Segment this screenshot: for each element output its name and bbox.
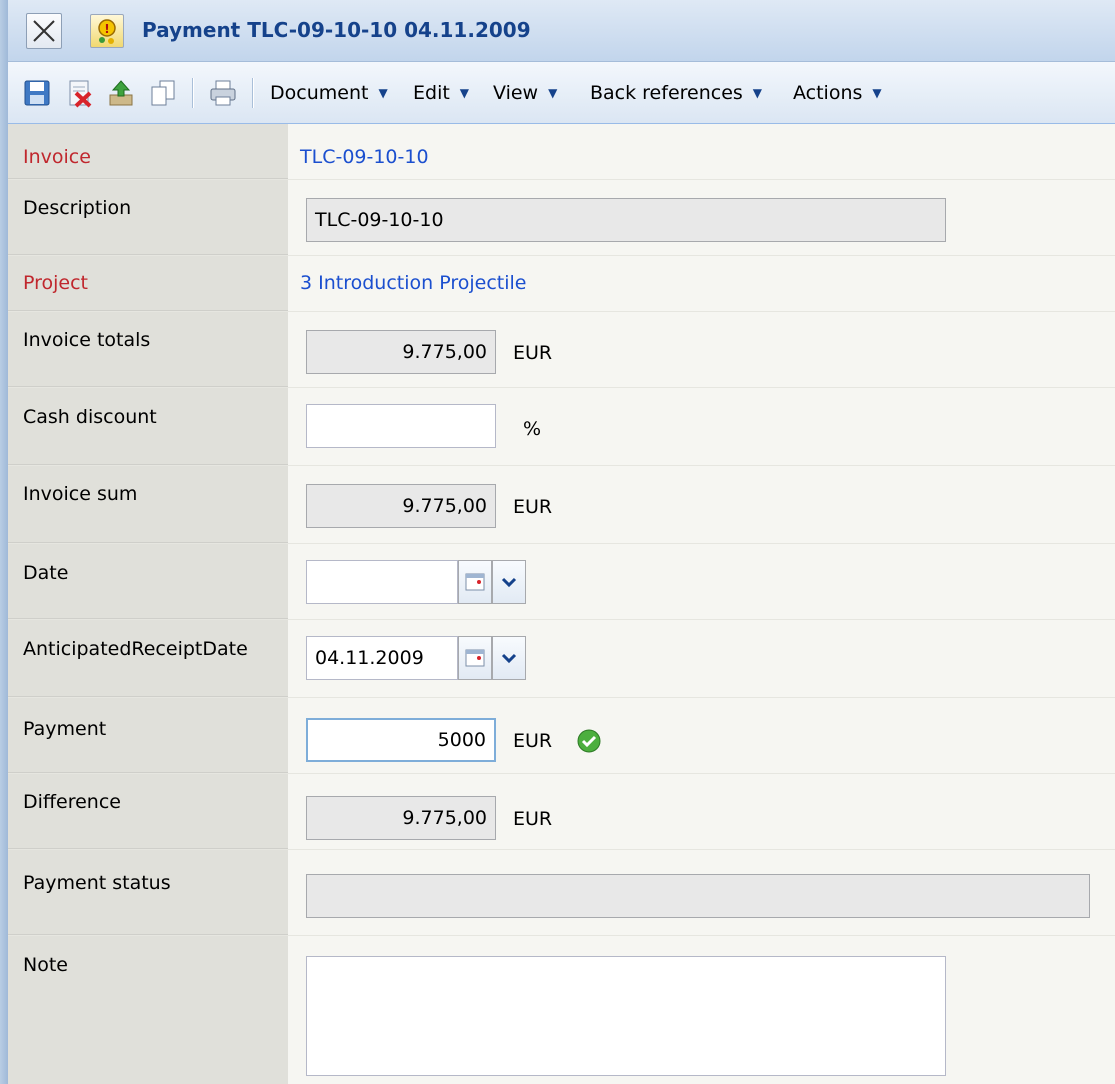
row-invoice: Invoice TLC-09-10-10	[8, 124, 1115, 180]
row-difference: Difference 9.775,00 EUR	[8, 774, 1115, 850]
upload-icon[interactable]	[106, 78, 136, 108]
invoice-totals-unit: EUR	[513, 342, 553, 364]
menu-actions-label: Actions	[793, 82, 863, 104]
close-button[interactable]	[26, 13, 62, 49]
note-textarea[interactable]	[306, 956, 946, 1076]
menu-edit-label: Edit	[413, 82, 450, 104]
save-icon[interactable]	[22, 78, 52, 108]
close-icon	[33, 20, 55, 42]
anticipated-date-dropdown-button[interactable]	[492, 636, 526, 680]
note-label: Note	[23, 954, 68, 976]
cash-discount-input[interactable]	[306, 404, 496, 448]
cash-discount-unit: %	[523, 418, 542, 440]
project-link[interactable]: 3 Introduction Projectile	[300, 272, 526, 294]
row-invoice-totals: Invoice totals 9.775,00 EUR	[8, 312, 1115, 388]
dropdown-arrow-icon: ▼	[548, 86, 558, 100]
cash-discount-label: Cash discount	[23, 406, 157, 428]
menu-actions[interactable]: Actions ▼	[793, 82, 882, 104]
invoice-label: Invoice	[23, 146, 91, 168]
invoice-sum-label: Invoice sum	[23, 483, 138, 505]
calendar-icon	[465, 573, 485, 591]
menu-document[interactable]: Document ▼	[270, 82, 388, 104]
payment-label: Payment	[23, 718, 107, 740]
toolbar-separator	[252, 78, 254, 108]
payment-unit: EUR	[513, 730, 553, 752]
payment-window: ! Payment TLC-09-10-10 04.11.2009 Docume…	[0, 0, 1115, 1084]
copy-icon[interactable]	[148, 78, 178, 108]
anticipated-receipt-date-label: AnticipatedReceiptDate	[23, 638, 248, 660]
row-anticipated-receipt-date: AnticipatedReceiptDate	[8, 620, 1115, 698]
title-bar: ! Payment TLC-09-10-10 04.11.2009	[8, 0, 1115, 62]
print-icon[interactable]	[208, 78, 238, 108]
row-cash-discount: Cash discount %	[8, 388, 1115, 466]
row-project: Project 3 Introduction Projectile	[8, 256, 1115, 312]
row-description: Description TLC-09-10-10	[8, 180, 1115, 256]
anticipated-receipt-date-input[interactable]	[306, 636, 458, 680]
payment-input[interactable]	[306, 718, 496, 762]
invoice-link[interactable]: TLC-09-10-10	[300, 146, 429, 168]
delete-icon[interactable]	[64, 78, 94, 108]
chevron-down-icon	[501, 577, 517, 588]
difference-unit: EUR	[513, 808, 553, 830]
toolbar-separator	[192, 78, 194, 108]
payment-status-label: Payment status	[23, 872, 171, 894]
window-left-border	[0, 0, 8, 1084]
invoice-sum-unit: EUR	[513, 496, 553, 518]
anticipated-date-picker-button[interactable]	[458, 636, 492, 680]
dropdown-arrow-icon: ▼	[459, 86, 470, 100]
project-label: Project	[23, 272, 89, 294]
payment-document-icon: !	[90, 14, 124, 48]
valid-check-icon	[577, 729, 601, 753]
dropdown-arrow-icon: ▼	[378, 86, 388, 100]
dropdown-arrow-icon: ▼	[752, 86, 763, 100]
menu-document-label: Document	[270, 82, 369, 104]
menu-edit[interactable]: Edit ▼	[413, 82, 469, 104]
calendar-icon	[465, 649, 485, 667]
description-label: Description	[23, 197, 132, 219]
dropdown-arrow-icon: ▼	[872, 86, 882, 100]
payment-status-field	[306, 874, 1090, 918]
window-title: Payment TLC-09-10-10 04.11.2009	[142, 18, 531, 42]
date-picker-button[interactable]	[458, 560, 492, 604]
description-field[interactable]: TLC-09-10-10	[306, 198, 946, 242]
menu-back-references-label: Back references	[590, 82, 743, 104]
chevron-down-icon	[501, 653, 517, 664]
invoice-totals-field: 9.775,00	[306, 330, 496, 374]
menu-back-references[interactable]: Back references ▼	[590, 82, 762, 104]
invoice-sum-field: 9.775,00	[306, 484, 496, 528]
svg-text:!: !	[104, 22, 109, 36]
date-input[interactable]	[306, 560, 458, 604]
row-invoice-sum: Invoice sum 9.775,00 EUR	[8, 466, 1115, 544]
row-payment: Payment EUR	[8, 698, 1115, 774]
date-dropdown-button[interactable]	[492, 560, 526, 604]
row-note: Note	[8, 936, 1115, 1084]
date-label: Date	[23, 562, 69, 584]
row-payment-status: Payment status	[8, 850, 1115, 936]
difference-field: 9.775,00	[306, 796, 496, 840]
difference-label: Difference	[23, 791, 121, 813]
invoice-totals-label: Invoice totals	[23, 329, 151, 351]
toolbar: Document ▼ Edit ▼ View ▼ Back references ▼ A…	[8, 62, 1115, 124]
menu-view-label: View	[493, 82, 539, 104]
row-date: Date	[8, 544, 1115, 620]
menu-view[interactable]: View ▼	[493, 82, 557, 104]
